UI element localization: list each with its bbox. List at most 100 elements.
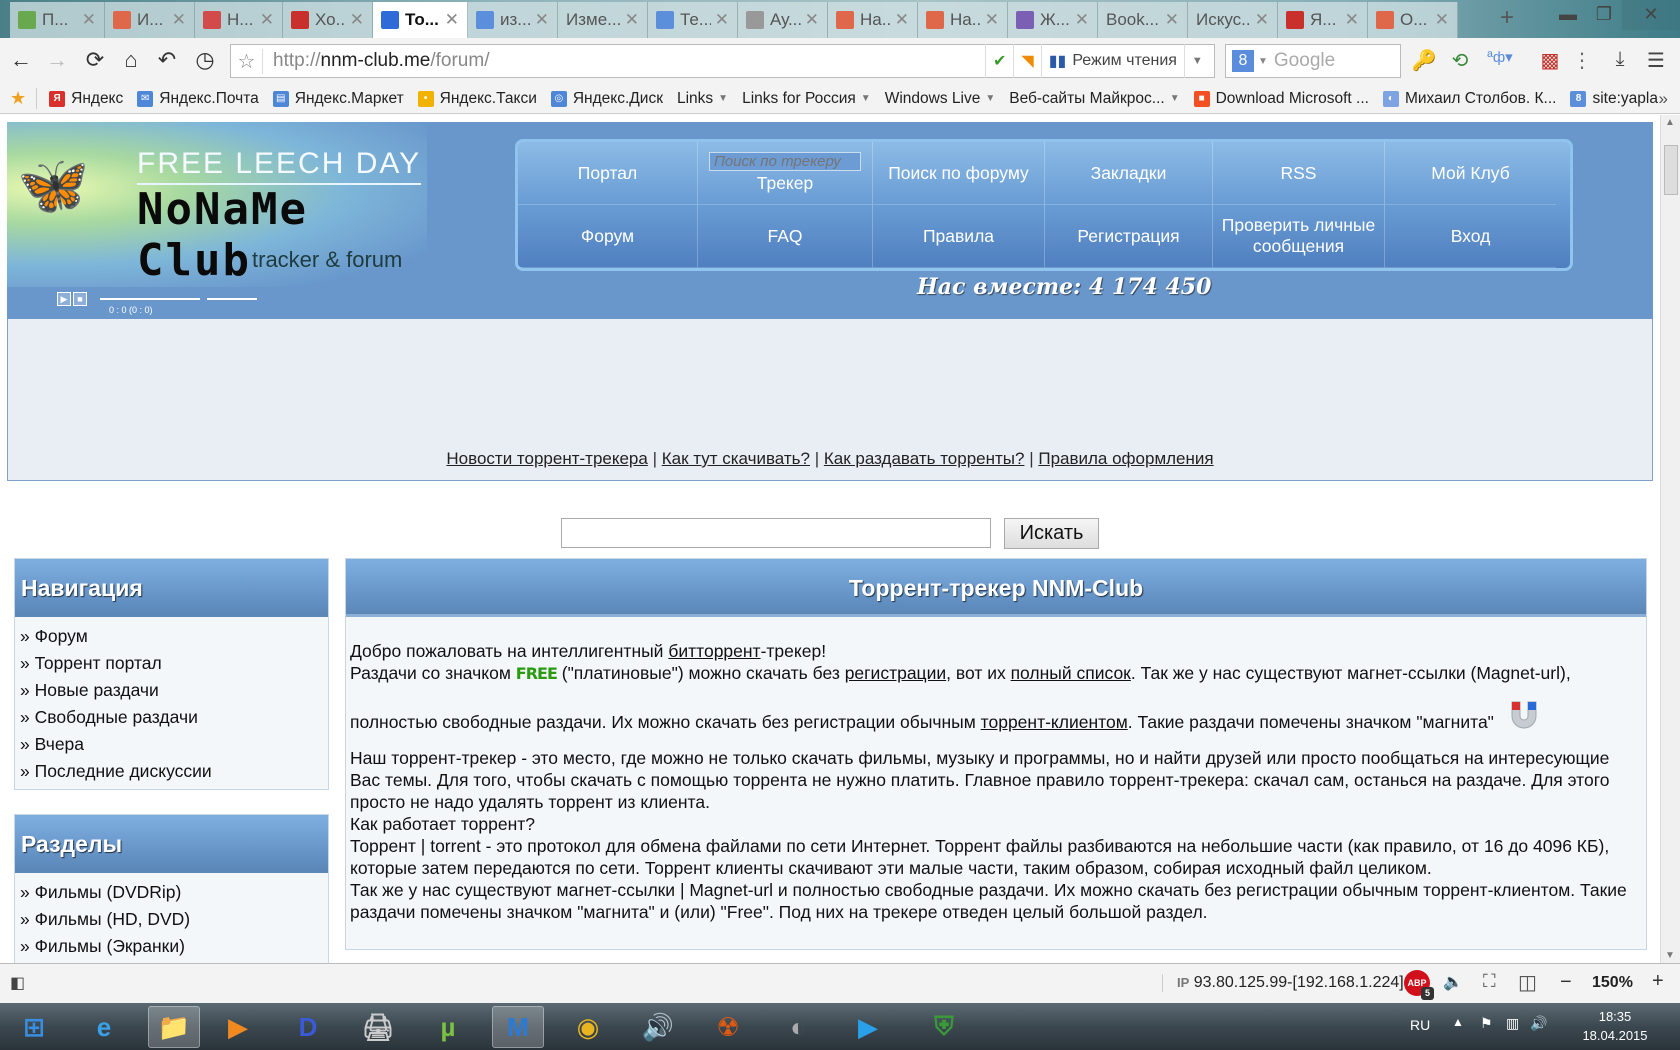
reload-button[interactable]: ⟳ [82,46,108,74]
search-sync-icon[interactable]: ⟲ [1446,48,1474,73]
torrent-client-link[interactable]: торрент-клиентом [981,712,1128,732]
menu-tracker[interactable]: Трекер [698,142,873,205]
minimize-button[interactable]: ▬ [1550,0,1586,30]
key-icon[interactable]: 🔑 [1410,48,1438,73]
reader-mode-button[interactable]: ▮▮ Режим чтения [1040,44,1184,78]
forward-button[interactable]: → [44,46,70,74]
section-item[interactable]: » Фильмы (DVDRip) [20,879,322,906]
bookmark-10[interactable]: ◐ Михаил Столбов. К... [1382,90,1556,108]
volume-slider[interactable] [206,298,257,301]
engine-dropdown-icon[interactable]: ▼ [1258,56,1268,67]
game-app-icon[interactable]: ◐ [772,1006,824,1048]
tab-6[interactable]: Изме... ✕ [558,2,648,38]
tray-flag-icon[interactable]: ⚑ [1480,1015,1493,1032]
zoom-out-button[interactable]: − [1560,971,1572,994]
scroll-down-icon[interactable]: ▼ [1665,950,1675,961]
play-button[interactable]: ▶ [57,292,71,306]
tab-3[interactable]: Хо...✕ [283,2,373,38]
utorrent-icon[interactable]: µ [422,1006,474,1048]
section-item[interactable]: » Фильмы (Экранки) [20,933,322,960]
bookmark-7[interactable]: Windows Live ▼ [885,90,996,108]
site-search-button[interactable]: Искать [1004,518,1099,549]
tray-volume-icon[interactable]: 🔊 [1530,1015,1547,1032]
tab-close-icon[interactable]: ✕ [625,10,639,30]
shield-app-icon[interactable]: ⛨ [918,1006,970,1048]
connection-plug-icon[interactable]: ✔ [985,44,1013,78]
nav-item[interactable]: » Вчера [20,731,322,758]
link-news[interactable]: Новости торрент-трекера [446,449,647,468]
stop-button[interactable]: ■ [73,292,87,306]
tab-5[interactable]: из... ✕ [468,2,558,38]
internet-explorer-icon[interactable]: e [78,1006,130,1048]
menu-forum[interactable]: Форум [518,205,698,268]
link-formatting-rules[interactable]: Правила оформления [1038,449,1213,468]
tab-15[interactable]: О... ✕ [1368,2,1458,38]
scanner-icon[interactable]: 🖨 [352,1006,404,1048]
tab-1[interactable]: И... ✕ [105,2,195,38]
scroll-thumb[interactable] [1664,145,1678,195]
tab-close-icon[interactable]: ✕ [985,10,999,30]
reader-dropdown-icon[interactable]: ▼ [1183,44,1210,78]
split-view-icon[interactable]: ◫ [1518,970,1537,995]
fullscreen-icon[interactable]: ⛶ [1483,971,1496,992]
media-player-icon[interactable]: ▶ [212,1006,264,1048]
tray-expand-icon[interactable]: ▲ [1452,1015,1464,1029]
tab-0[interactable]: П... ✕ [10,2,105,38]
tab-close-icon[interactable]: ✕ [715,10,729,30]
clock[interactable]: 18:35 18.04.2015 [1570,1007,1660,1045]
bookmark-8[interactable]: Веб-сайты Майкрос... ▼ [1009,90,1179,108]
menu-rules[interactable]: Правила [873,205,1045,268]
volume-app-icon[interactable]: 🔊 [632,1006,684,1048]
download-icon[interactable]: ⤓ [1606,48,1634,71]
tab-close-icon[interactable]: ✕ [82,10,96,30]
registration-link[interactable]: регистрации [845,663,946,683]
tab-7[interactable]: Те... ✕ [648,2,738,38]
bookmark-11[interactable]: 8 site:yapla [1570,90,1658,108]
history-button[interactable]: ◷ [192,46,218,74]
menu-register[interactable]: Регистрация [1045,205,1213,268]
tab-close-icon[interactable]: ✕ [260,10,274,30]
bookmark-6[interactable]: Links for Россия ▼ [742,90,871,108]
menu-portal[interactable]: Портал [518,142,698,205]
google-icon[interactable]: 8 [1232,50,1254,72]
tab-close-icon[interactable]: ✕ [1345,10,1359,30]
volume-icon[interactable]: 🔈 [1443,972,1463,992]
tab-12[interactable]: Book... ✕ [1098,2,1188,38]
site-search-input[interactable] [561,518,991,548]
tab-11[interactable]: Ж... ✕ [1008,2,1098,38]
tab-10[interactable]: На...✕ [918,2,1008,38]
bookmark-3[interactable]: • Яндекс.Такси [417,90,537,108]
tab-close-icon[interactable]: ✕ [1075,10,1089,30]
url-text[interactable]: http://nnm-club.me/forum/ [263,50,489,72]
undo-close-tab-button[interactable]: ↶ [154,46,180,74]
nav-item[interactable]: » Форум [20,623,322,650]
bookmark-0[interactable]: Я Яндекс [49,90,123,108]
chrome-icon[interactable]: ◉ [562,1006,614,1048]
zoom-level[interactable]: 150% [1592,974,1633,992]
translate-icon[interactable]: ªф▾ [1486,48,1514,66]
bookmark-9[interactable]: ■ Download Microsoft ... [1193,90,1369,108]
bookmark-star-icon[interactable]: ☆ [231,48,263,74]
search-engine-box[interactable]: 8 ▼ Google [1225,44,1401,78]
tab-close-icon[interactable]: ✕ [172,10,186,30]
bookmarks-overflow-button[interactable]: » [1659,89,1668,109]
address-bar[interactable]: ☆ http://nnm-club.me/forum/ [230,44,1020,78]
tab-8[interactable]: Ау... ✕ [738,2,828,38]
tab-close-icon[interactable]: ✕ [1435,10,1449,30]
tray-network-icon[interactable]: ▥ [1506,1015,1519,1032]
menu-faq[interactable]: FAQ [698,205,873,268]
close-window-button[interactable]: ✕ [1622,0,1680,30]
tab-close-icon[interactable]: ✕ [350,10,364,30]
tab-close-icon[interactable]: ✕ [1165,10,1179,30]
bookmark-4[interactable]: ◎ Яндекс.Диск [550,90,663,108]
link-how-to-seed[interactable]: Как раздавать торренты? [824,449,1025,468]
back-button[interactable]: ← [8,46,34,74]
tab-13[interactable]: Искус... ✕ [1188,2,1278,38]
section-item[interactable]: » Фильмы (HD, DVD) [20,906,322,933]
language-indicator[interactable]: RU [1410,1017,1430,1033]
tab-9[interactable]: На...✕ [828,2,918,38]
menu-login[interactable]: Вход [1385,205,1556,268]
radiation-app-icon[interactable]: ☢ [702,1006,754,1048]
full-list-link[interactable]: полный список [1011,663,1131,683]
menu-bookmarks[interactable]: Закладки [1045,142,1213,205]
